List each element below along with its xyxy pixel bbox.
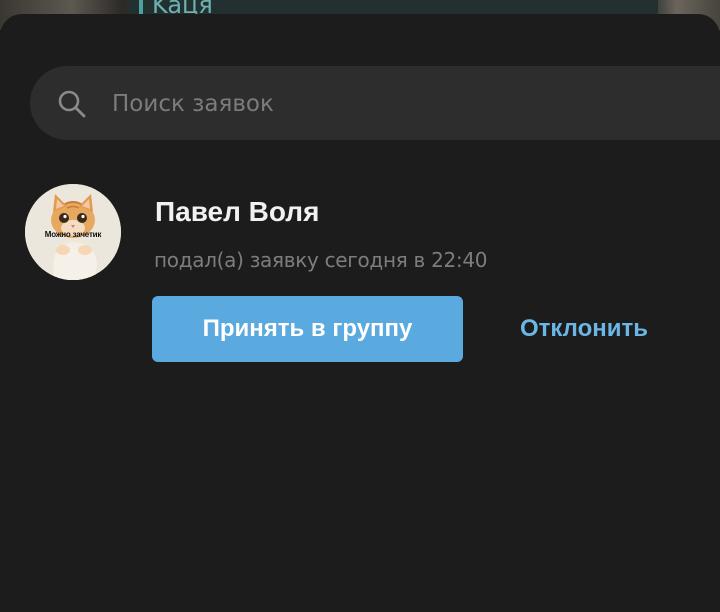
search-icon <box>58 90 86 118</box>
request-timestamp: подал(а) заявку сегодня в 22:40 <box>154 248 488 272</box>
avatar[interactable]: Можно зачетик <box>25 184 121 280</box>
decline-button[interactable]: Отклонить <box>494 296 674 362</box>
search-input[interactable] <box>110 86 674 122</box>
accept-to-group-button[interactable]: Принять в группу <box>152 296 463 362</box>
requester-name[interactable]: Павел Воля <box>155 196 319 228</box>
search-bar[interactable] <box>30 66 720 140</box>
avatar-caption: Можно зачетик <box>44 230 102 239</box>
